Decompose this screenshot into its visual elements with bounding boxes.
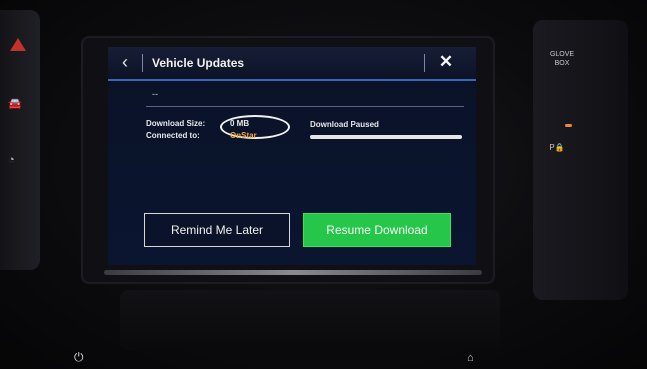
resume-download-button[interactable]: Resume Download — [303, 213, 451, 247]
page-title: Vehicle Updates — [152, 56, 245, 70]
subtitle: -- — [152, 89, 158, 99]
close-separator — [424, 54, 425, 72]
title-bar: ‹ Vehicle Updates ✕ — [108, 47, 476, 81]
chevron-left-icon[interactable]: ‹ — [114, 51, 136, 73]
park-lock-button[interactable]: P🔒 — [544, 141, 570, 155]
lower-control-panel — [120, 290, 500, 350]
glove-box-button[interactable]: GLOVE BOX — [548, 50, 576, 72]
divider — [146, 106, 464, 107]
indicator-light — [565, 124, 572, 127]
close-icon[interactable]: ✕ — [432, 51, 460, 73]
connected-to-label: Connected to: — [146, 131, 200, 140]
screen-lip — [104, 270, 482, 275]
download-progress-fill — [310, 135, 462, 139]
download-progress-bar — [310, 135, 462, 139]
title-separator — [142, 54, 143, 72]
hazard-triangle-icon[interactable] — [10, 38, 26, 51]
infotainment-screen: ‹ Vehicle Updates ✕ -- Download Size: 0 … — [108, 47, 476, 265]
status-text: Download Paused — [310, 120, 379, 129]
download-size-label: Download Size: — [146, 119, 206, 128]
remind-me-later-button[interactable]: Remind Me Later — [144, 213, 290, 247]
home-icon[interactable]: ⌂ — [467, 352, 474, 364]
power-icon[interactable]: ⏻ — [74, 350, 84, 365]
connected-to-value: OnStar — [230, 131, 257, 140]
lane-icon[interactable]: ◔ — [8, 154, 26, 166]
car-icon[interactable]: 🚘 — [8, 98, 26, 110]
